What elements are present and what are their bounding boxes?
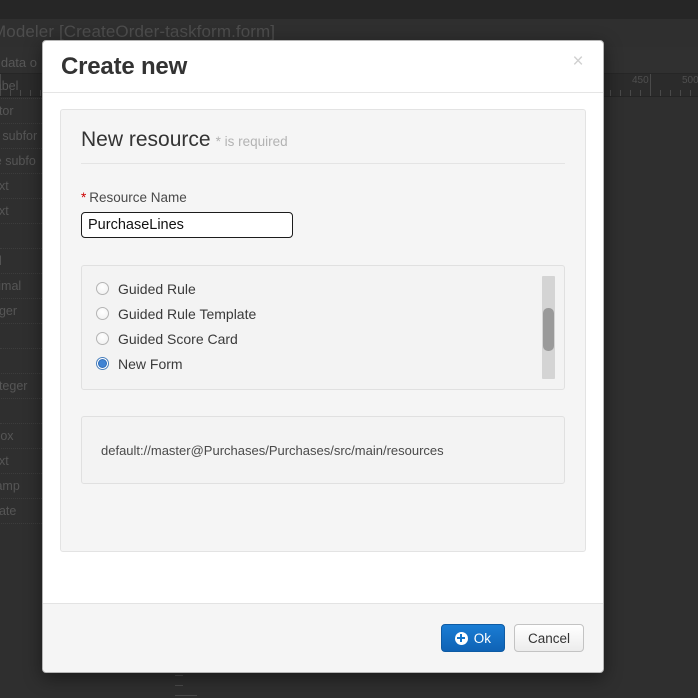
ruler-tick	[650, 74, 651, 96]
ruler-tick	[680, 90, 681, 96]
palette-separator	[0, 224, 44, 249]
radio-icon[interactable]	[96, 307, 109, 320]
plus-circle-icon	[455, 632, 468, 645]
ok-button-label: Ok	[474, 631, 491, 646]
editor-toolbar-text: n data o	[0, 55, 37, 70]
ruler-tick	[610, 90, 611, 96]
resource-type-option[interactable]: Guided Rule	[96, 276, 564, 301]
list-scrollbar[interactable]	[542, 276, 555, 379]
window-titlebar	[0, 0, 698, 19]
palette-item[interactable]: e subfor	[0, 124, 44, 149]
resource-type-list[interactable]: Guided Rule Guided Rule Template Guided Sc…	[81, 265, 565, 390]
resource-name-label: *Resource Name	[81, 190, 565, 205]
ruler-tick	[175, 675, 183, 676]
palette-separator	[0, 324, 44, 349]
radio-icon[interactable]	[96, 282, 109, 295]
ruler-tick	[640, 90, 641, 96]
ruler-tick	[690, 90, 691, 96]
resource-type-option[interactable]: New Form	[96, 351, 564, 376]
ruler-tick	[670, 90, 671, 96]
ruler-tick	[660, 90, 661, 96]
target-path-text: default://master@Purchases/Purchases/src…	[101, 443, 444, 458]
resource-type-options: Guided Rule Guided Rule Template Guided Sc…	[96, 276, 564, 376]
resource-name-label-text: Resource Name	[89, 190, 187, 205]
dialog-body: New resource * is required *Resource Name…	[43, 93, 603, 603]
dialog-footer: Ok Cancel	[43, 603, 603, 672]
dialog-title: Create new	[61, 53, 187, 81]
palette-item[interactable]: label	[0, 74, 44, 99]
form-field-palette: labelatore subforle subfoextextalcimaleg…	[0, 74, 44, 698]
required-star: *	[81, 190, 86, 205]
ruler-tick	[175, 695, 197, 696]
radio-icon[interactable]	[96, 332, 109, 345]
palette-item[interactable]: Box	[0, 424, 44, 449]
close-icon[interactable]: ×	[567, 51, 589, 73]
resource-type-label: New Form	[118, 356, 183, 372]
palette-item[interactable]: ator	[0, 99, 44, 124]
panel-heading-text: New resource	[81, 128, 211, 151]
cancel-button-label: Cancel	[528, 631, 570, 646]
required-note: * is required	[216, 134, 288, 149]
resource-type-label: Guided Rule Template	[118, 306, 256, 322]
resource-name-input[interactable]	[81, 212, 293, 238]
palette-item[interactable]: ext	[0, 449, 44, 474]
palette-item[interactable]: nteger	[0, 374, 44, 399]
palette-item[interactable]: al	[0, 249, 44, 274]
list-scrollbar-thumb[interactable]	[543, 308, 554, 351]
palette-item[interactable]: eger	[0, 299, 44, 324]
palette-item[interactable]: date	[0, 499, 44, 524]
resource-type-option[interactable]: Guided Rule Template	[96, 301, 564, 326]
resource-type-label: Guided Score Card	[118, 331, 238, 347]
window-title: Modeler [CreateOrder-taskform.form]	[0, 22, 275, 42]
new-resource-panel: New resource * is required *Resource Name…	[60, 109, 586, 552]
palette-item[interactable]: ext	[0, 174, 44, 199]
ruler-label: 500	[682, 75, 698, 86]
dialog-header: Create new ×	[43, 41, 603, 93]
target-path-box: default://master@Purchases/Purchases/src…	[81, 416, 565, 484]
ruler-label: 450	[632, 75, 649, 86]
ruler-tick	[630, 90, 631, 96]
ruler-tick	[620, 90, 621, 96]
panel-heading: New resource * is required	[81, 128, 565, 164]
create-new-dialog: Create new × New resource * is required *…	[42, 40, 604, 673]
palette-item[interactable]: cimal	[0, 274, 44, 299]
palette-separator	[0, 399, 44, 424]
ruler-tick	[175, 685, 183, 686]
resource-type-label: Guided Rule	[118, 281, 196, 297]
radio-icon[interactable]	[96, 357, 109, 370]
cancel-button[interactable]: Cancel	[514, 624, 584, 652]
palette-item[interactable]: le subfo	[0, 149, 44, 174]
resource-type-option[interactable]: Guided Score Card	[96, 326, 564, 351]
palette-item[interactable]: tamp	[0, 474, 44, 499]
ok-button[interactable]: Ok	[441, 624, 505, 652]
palette-item[interactable]: r	[0, 349, 44, 374]
palette-item[interactable]: ext	[0, 199, 44, 224]
